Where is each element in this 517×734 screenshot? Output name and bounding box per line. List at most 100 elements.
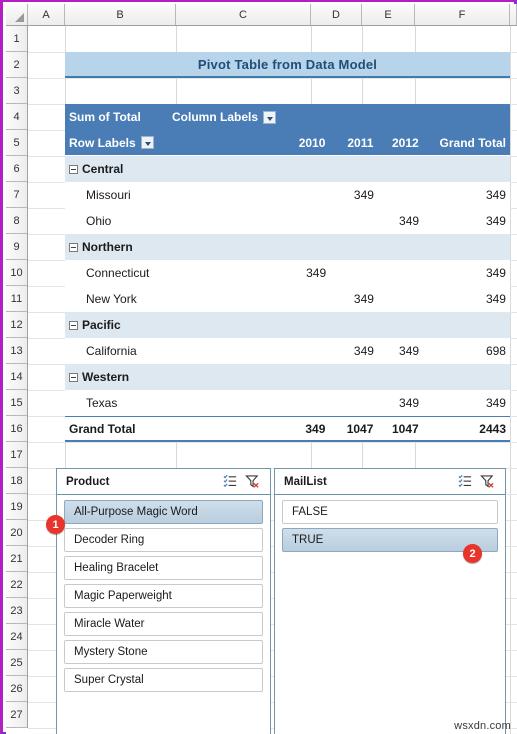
collapse-icon[interactable] <box>69 164 78 174</box>
pivot-col-header-grand-total[interactable]: Grand Total <box>425 136 510 150</box>
row-header-22[interactable]: 22 <box>6 572 27 598</box>
column-header-g[interactable] <box>510 4 517 25</box>
column-header-a[interactable]: A <box>28 4 65 25</box>
slicer-item[interactable]: Mystery Stone <box>64 640 263 664</box>
clear-filter-icon[interactable] <box>480 474 495 489</box>
row-header-13[interactable]: 13 <box>6 338 27 364</box>
pivot-cell-grand-total[interactable]: 349 <box>425 292 510 306</box>
column-labels-filter-icon[interactable] <box>263 110 277 124</box>
row-labels-cell[interactable]: Row Labels <box>65 136 285 150</box>
pivot-col-header-2010[interactable]: 2010 <box>285 136 331 150</box>
row-header-7[interactable]: 7 <box>6 182 27 208</box>
row-header-6[interactable]: 6 <box>6 156 27 182</box>
pivot-cell-2012[interactable]: 349 <box>380 344 425 358</box>
row-header-21[interactable]: 21 <box>6 546 27 572</box>
slicer-item[interactable]: Super Crystal <box>64 668 263 692</box>
collapse-icon[interactable] <box>69 320 78 330</box>
column-labels-label: Column Labels <box>172 110 259 124</box>
pivot-grand-total-row[interactable]: Grand Total 349 1047 1047 2443 <box>65 416 510 442</box>
pivot-row-label-text: Pacific <box>82 318 121 332</box>
row-header-18[interactable]: 18 <box>6 468 27 494</box>
row-header-23[interactable]: 23 <box>6 598 27 624</box>
pivot-item-row[interactable]: Ohio 349 349 <box>65 208 510 234</box>
pivot-group-row[interactable]: Pacific <box>65 312 510 338</box>
pivot-row-label-text: Connecticut <box>86 266 150 280</box>
pivot-row-label: Grand Total <box>65 422 285 436</box>
row-header-19[interactable]: 19 <box>6 494 27 520</box>
row-header-27[interactable]: 27 <box>6 702 27 728</box>
row-header-1[interactable]: 1 <box>6 26 27 52</box>
pivot-cell-grand-total[interactable]: 349 <box>425 188 510 202</box>
watermark: wsxdn.com <box>454 720 511 732</box>
pivot-cell-2011[interactable]: 1047 <box>331 422 379 436</box>
row-header-4[interactable]: 4 <box>6 104 27 130</box>
pivot-cell-grand-total[interactable]: 349 <box>425 266 510 280</box>
pivot-cell-grand-total[interactable]: 698 <box>425 344 510 358</box>
row-header-9[interactable]: 9 <box>6 234 27 260</box>
row-header-3[interactable]: 3 <box>6 78 27 104</box>
pivot-cell-2012[interactable]: 349 <box>380 396 425 410</box>
row-header-5[interactable]: 5 <box>6 130 27 156</box>
collapse-icon[interactable] <box>69 242 78 252</box>
pivot-item-row[interactable]: New York 349 349 <box>65 286 510 312</box>
row-header-17[interactable]: 17 <box>6 442 27 468</box>
pivot-cell-2012[interactable]: 1047 <box>379 422 424 436</box>
multi-select-icon[interactable] <box>458 474 473 489</box>
pivot-group-row[interactable]: Western <box>65 364 510 390</box>
multi-select-icon[interactable] <box>223 474 238 489</box>
column-header-f[interactable]: F <box>415 4 510 25</box>
column-header-b[interactable]: B <box>65 4 176 25</box>
row-header-2[interactable]: 2 <box>6 52 27 78</box>
pivot-cell-grand-total[interactable]: 349 <box>425 396 510 410</box>
slicer-item[interactable]: FALSE <box>282 500 498 524</box>
row-header-12[interactable]: 12 <box>6 312 27 338</box>
row-header-20[interactable]: 20 <box>6 520 27 546</box>
annotation-badge-2: 2 <box>463 544 482 563</box>
slicer-item[interactable]: Healing Bracelet <box>64 556 263 580</box>
row-header-15[interactable]: 15 <box>6 390 27 416</box>
slicer-item-label: TRUE <box>292 534 324 546</box>
column-header-c[interactable]: C <box>176 4 311 25</box>
clear-filter-icon[interactable] <box>245 474 260 489</box>
pivot-col-header-2012[interactable]: 2012 <box>379 136 424 150</box>
pivot-cell-2010[interactable]: 349 <box>286 266 332 280</box>
column-header-e[interactable]: E <box>362 4 415 25</box>
row-header-16[interactable]: 16 <box>6 416 27 442</box>
pivot-group-row[interactable]: Central <box>65 156 510 182</box>
row-header-26[interactable]: 26 <box>6 676 27 702</box>
slicer-item-label: All-Purpose Magic Word <box>74 506 198 518</box>
pivot-row-label-text: Missouri <box>86 188 131 202</box>
pivot-cell-2011[interactable]: 349 <box>332 188 380 202</box>
row-header-10[interactable]: 10 <box>6 260 27 286</box>
row-header-8[interactable]: 8 <box>6 208 27 234</box>
slicer-item[interactable]: Miracle Water <box>64 612 263 636</box>
pivot-cell-2011[interactable]: 349 <box>332 292 380 306</box>
pivot-cell-2011[interactable]: 349 <box>332 344 380 358</box>
column-header-d[interactable]: D <box>311 4 362 25</box>
pivot-item-row[interactable]: Texas 349 349 <box>65 390 510 416</box>
row-header-24[interactable]: 24 <box>6 624 27 650</box>
slicer-item[interactable]: All-Purpose Magic Word <box>64 500 263 524</box>
pivot-col-header-2011[interactable]: 2011 <box>331 136 379 150</box>
pivot-cell-grand-total[interactable]: 349 <box>425 214 510 228</box>
row-header-14[interactable]: 14 <box>6 364 27 390</box>
slicer-item[interactable]: Magic Paperweight <box>64 584 263 608</box>
slicer-item[interactable]: Decoder Ring <box>64 528 263 552</box>
pivot-item-row[interactable]: California 349 349 698 <box>65 338 510 364</box>
slicer-item-label: Healing Bracelet <box>74 562 159 574</box>
collapse-icon[interactable] <box>69 372 78 382</box>
select-all-corner[interactable] <box>6 4 28 25</box>
pivot-group-row[interactable]: Northern <box>65 234 510 260</box>
pivot-row-label-text: Texas <box>86 396 118 410</box>
pivot-cell-grand-total[interactable]: 2443 <box>425 422 510 436</box>
slicer-product[interactable]: Product All-Purpose Magic Word Decoder R… <box>56 468 271 734</box>
pivot-item-row[interactable]: Connecticut 349 349 <box>65 260 510 286</box>
row-header-25[interactable]: 25 <box>6 650 27 676</box>
pivot-cell-2012[interactable]: 349 <box>380 214 425 228</box>
pivot-item-row[interactable]: Missouri 349 349 <box>65 182 510 208</box>
column-labels-cell[interactable]: Column Labels <box>172 110 277 124</box>
slicer-maillist[interactable]: MailList FALSE TRUE <box>274 468 506 734</box>
row-header-11[interactable]: 11 <box>6 286 27 312</box>
row-labels-filter-icon[interactable] <box>140 136 154 149</box>
pivot-cell-2010[interactable]: 349 <box>285 422 331 436</box>
